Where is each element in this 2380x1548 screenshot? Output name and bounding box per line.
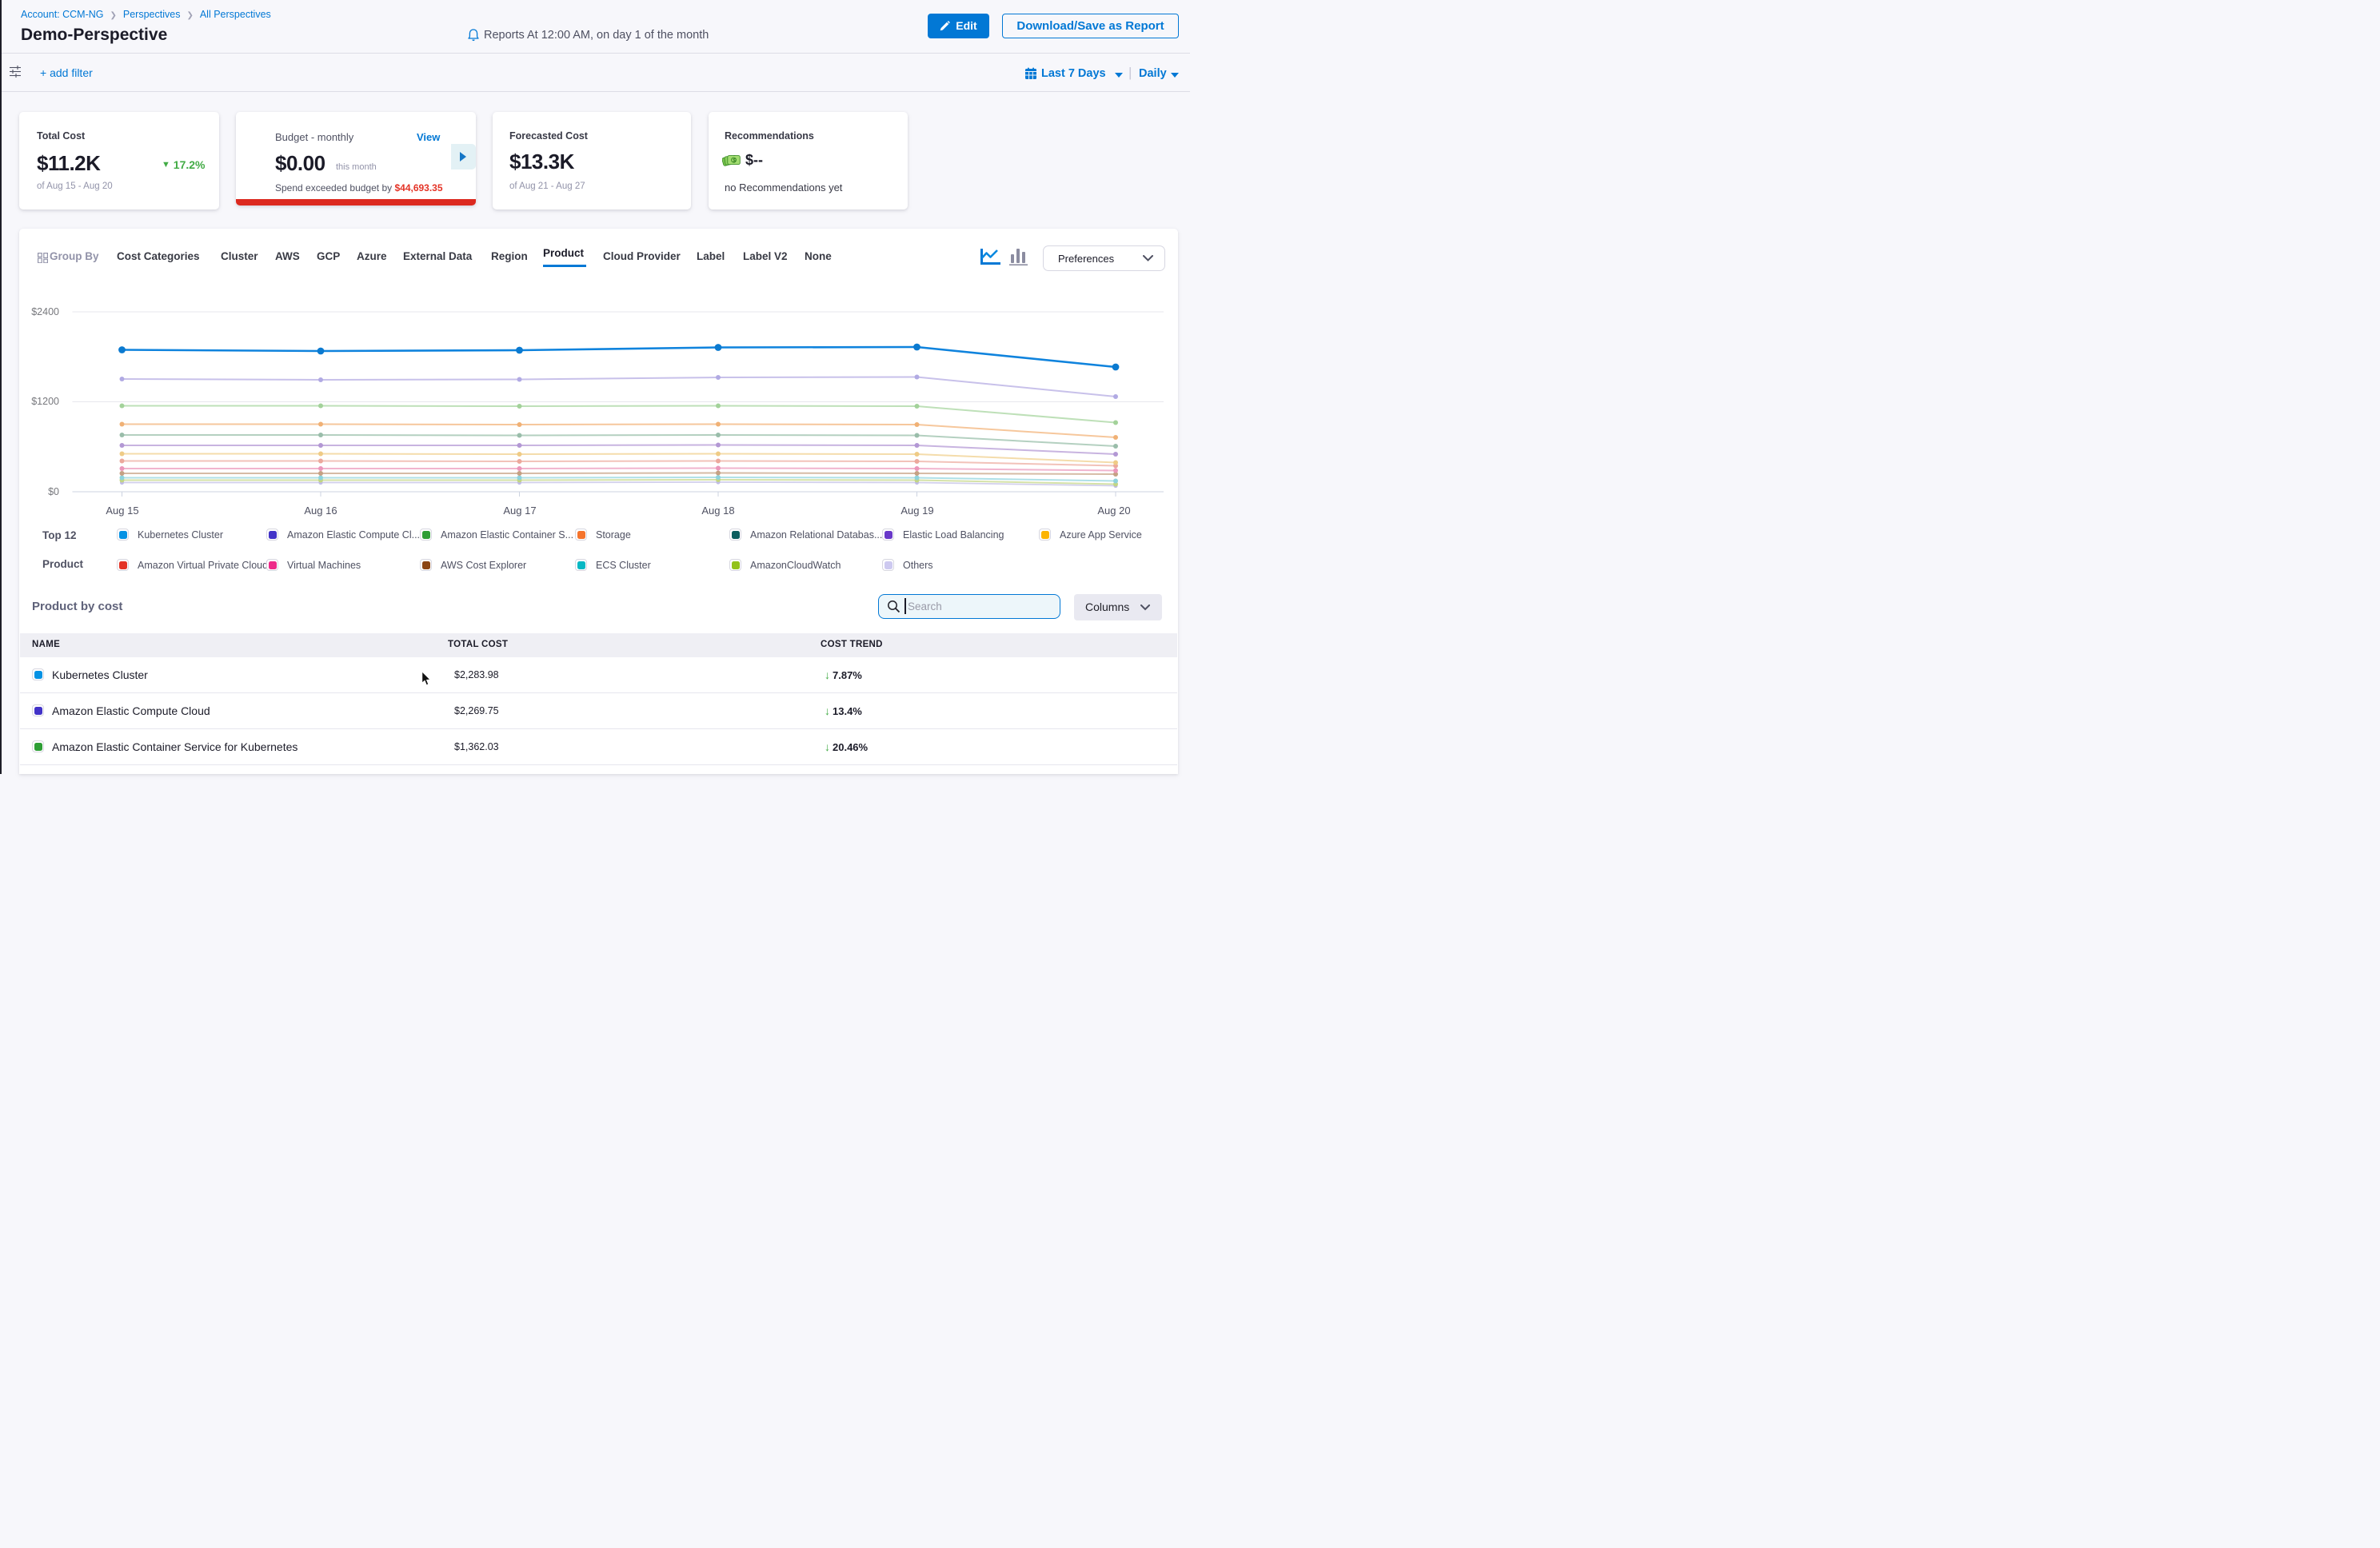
svg-text:$: $ xyxy=(733,158,736,163)
